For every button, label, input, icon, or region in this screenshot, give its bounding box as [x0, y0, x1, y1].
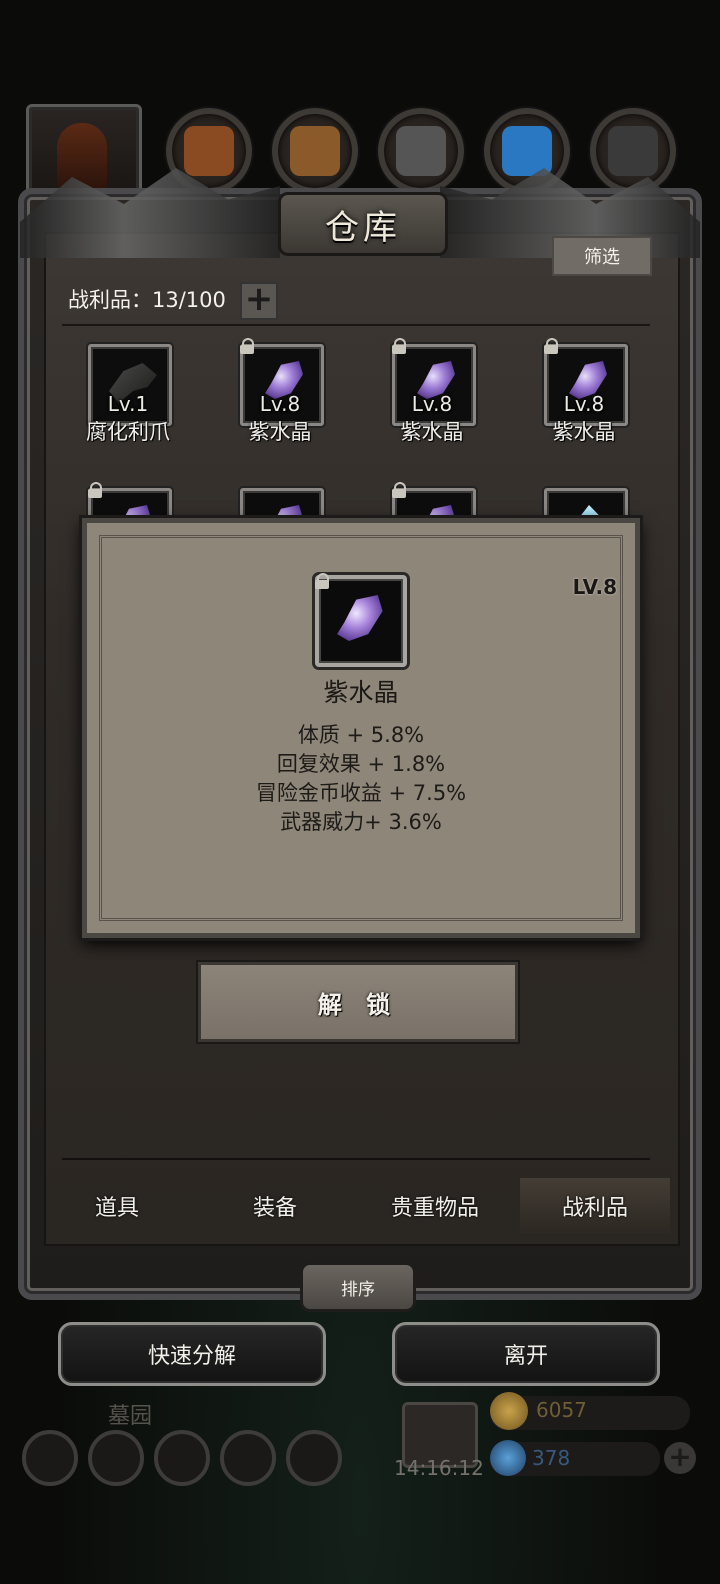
popup-item-frame	[315, 575, 407, 667]
map-icon[interactable]	[154, 1430, 210, 1486]
popup-item-name: 紫水晶	[323, 678, 399, 707]
item-slot[interactable]: Lv.8 紫水晶	[534, 338, 634, 454]
item-name: 紫水晶	[552, 420, 616, 444]
item-slot[interactable]: Lv.1 腐化利爪	[78, 344, 178, 454]
location-label: 墓园	[108, 1404, 153, 1429]
lock-icon	[392, 482, 406, 498]
item-name: 腐化利爪	[86, 420, 170, 444]
lock-icon	[240, 338, 254, 354]
stat-line: 武器威力+ 3.6%	[280, 810, 442, 834]
loot-count-label: 战利品：13/100	[68, 288, 226, 312]
item-slot[interactable]: Lv.8 紫水晶	[230, 338, 330, 454]
stat-line: 冒险金币收益 + 7.5%	[255, 781, 467, 805]
quick-decompose-button[interactable]: 快速分解	[58, 1322, 326, 1386]
gem-icon	[490, 1440, 526, 1476]
item-slot[interactable]: Lv.8 紫水晶	[382, 338, 482, 454]
item-level: Lv.8	[411, 392, 453, 416]
page-title: 仓库	[325, 207, 401, 248]
lock-icon	[315, 573, 329, 589]
settings-gear-icon[interactable]	[22, 1430, 78, 1486]
divider	[62, 324, 650, 326]
tab-equipment[interactable]: 装备	[200, 1178, 350, 1234]
coin-amount: 6057	[536, 1398, 587, 1422]
item-detail-popup: LV.8 紫水晶 体质 + 5.8% 回复效果 + 1.8% 冒险金币收益 + …	[82, 518, 640, 938]
amethyst-icon	[337, 595, 383, 641]
add-gem-button[interactable]: +	[664, 1442, 696, 1474]
lock-icon	[88, 482, 102, 498]
expand-capacity-button[interactable]: +	[240, 282, 278, 320]
tab-valuables[interactable]: 贵重物品	[360, 1178, 510, 1234]
gold-coin-icon	[490, 1392, 528, 1430]
clock-time: 14:16:12	[394, 1456, 484, 1480]
tab-items[interactable]: 道具	[42, 1178, 192, 1234]
divider	[62, 1158, 650, 1160]
gem-amount: 378	[532, 1446, 571, 1470]
scroll-category-icon[interactable]	[272, 108, 358, 194]
stat-line: 回复效果 + 1.8%	[276, 752, 446, 776]
ingot-category-icon[interactable]	[378, 108, 464, 194]
popup-stats: 体质 + 5.8% 回复效果 + 1.8% 冒险金币收益 + 7.5% 武器威力…	[87, 721, 635, 837]
unlock-button-label: 解 锁	[317, 990, 399, 1019]
item-level: Lv.1	[107, 392, 149, 416]
star-icon[interactable]	[88, 1430, 144, 1486]
mail-icon[interactable]	[220, 1430, 276, 1486]
leave-button[interactable]: 离开	[392, 1322, 660, 1386]
chest-icon[interactable]	[286, 1430, 342, 1486]
item-level: Lv.8	[259, 392, 301, 416]
lock-icon	[392, 338, 406, 354]
tab-loot[interactable]: 战利品	[520, 1178, 670, 1234]
title-plate: 仓库	[278, 192, 448, 256]
lock-icon	[544, 338, 558, 354]
item-level: Lv.8	[563, 392, 605, 416]
item-name: 紫水晶	[248, 420, 312, 444]
metal-category-icon[interactable]	[590, 108, 676, 194]
filter-button[interactable]: 筛选	[552, 236, 652, 276]
unlock-button[interactable]: 解 锁	[198, 962, 518, 1042]
popup-level: LV.8	[572, 575, 617, 599]
sort-button[interactable]: 排序	[300, 1262, 416, 1312]
stat-line: 体质 + 5.8%	[297, 723, 425, 747]
item-name: 紫水晶	[400, 420, 464, 444]
